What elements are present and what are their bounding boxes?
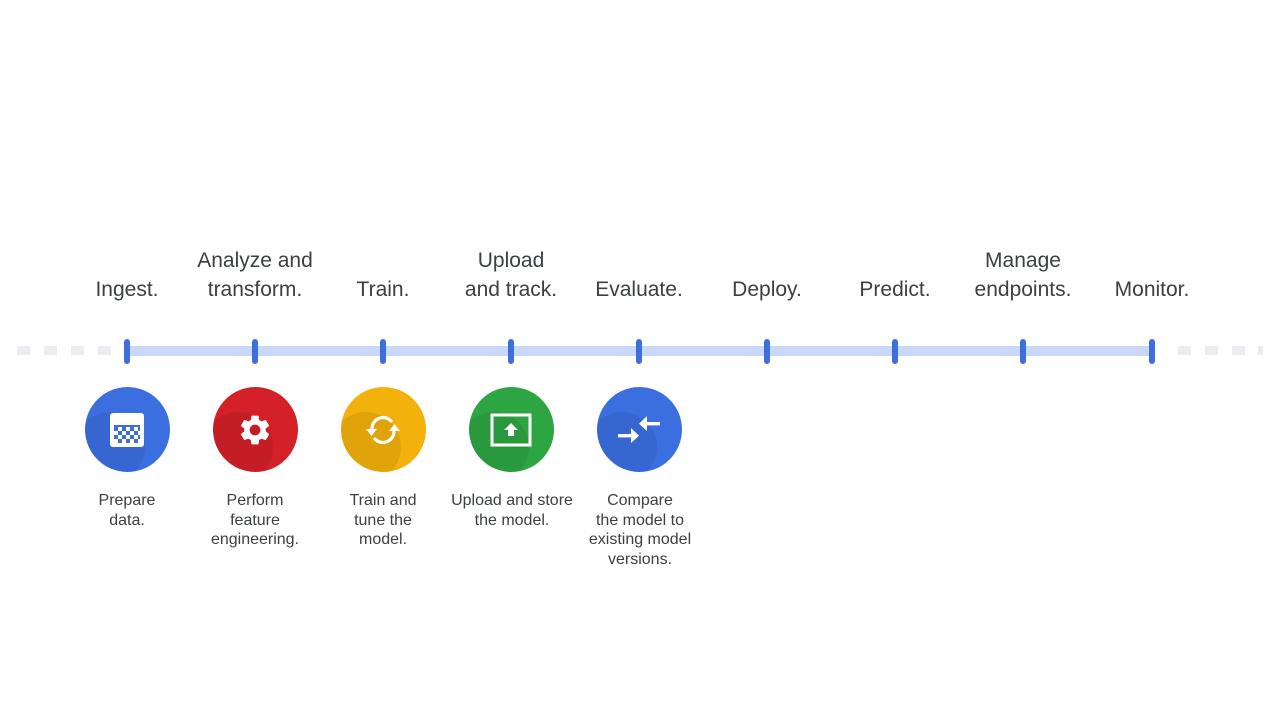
description-line: Upload and store (451, 492, 573, 509)
stage-label-line: Upload (477, 249, 545, 272)
description-line: Compare (607, 492, 673, 509)
stage-label-line: endpoints. (974, 278, 1072, 301)
timeline-dash (1258, 346, 1263, 355)
timeline-tick (380, 339, 386, 364)
timeline-tick (124, 339, 130, 364)
step-description-train: Train and tune the model. (313, 491, 453, 550)
step-circle-prepare-data (84, 387, 170, 472)
description-line: Perform (226, 492, 284, 509)
step-description-prepare-data: Prepare data. (57, 491, 197, 530)
timeline-tick (764, 339, 770, 364)
description-line: existing model (588, 531, 692, 548)
timeline-tick (252, 339, 258, 364)
description-line: the model. (474, 511, 550, 529)
timeline-tick (1020, 339, 1026, 364)
description-line: Prepare (98, 492, 156, 509)
timeline-tick (892, 339, 898, 364)
timeline-dash (1178, 346, 1191, 355)
timeline-tick (1149, 339, 1155, 364)
step-circle-upload (468, 387, 554, 472)
description-line: model. (358, 531, 408, 548)
timeline-tick (508, 339, 514, 364)
sync-icon (366, 415, 400, 444)
timeline-dash (44, 346, 57, 355)
timeline-dash (1232, 346, 1245, 355)
description-line: versions. (607, 550, 673, 568)
step-circle-feature-engineering (212, 387, 298, 472)
timeline-tick (636, 339, 642, 364)
description-line: engineering. (210, 531, 300, 548)
stage-label-line: Manage (985, 249, 1061, 272)
description-line: feature (230, 511, 280, 529)
gear-icon (240, 415, 270, 444)
timeline-dash (71, 346, 84, 355)
description-line: Train and (349, 492, 417, 509)
stage-label-monitor: Monitor. (1077, 275, 1227, 304)
upload-icon (490, 413, 532, 446)
description-line: data. (109, 511, 145, 529)
timeline-dash (98, 346, 111, 355)
step-description-feature-engineering: Perform feature engineering. (185, 491, 325, 550)
timeline-dash (1205, 346, 1218, 355)
timeline-dash (17, 346, 30, 355)
step-circle-evaluate (596, 387, 682, 472)
stage-label-line: Analyze and (197, 249, 313, 272)
compare-arrows-icon (618, 415, 660, 443)
step-description-upload: Upload and store the model. (437, 491, 587, 530)
step-description-evaluate: Compare the model to existing model vers… (570, 491, 710, 569)
step-circle-train (340, 387, 426, 472)
stage-label-manage-endpoints: Manage endpoints. (948, 246, 1098, 304)
description-line: the model to (595, 511, 685, 529)
stage-label-line: Monitor. (1114, 278, 1190, 301)
prepare-data-icon (110, 412, 144, 447)
description-line: tune the (354, 511, 412, 529)
